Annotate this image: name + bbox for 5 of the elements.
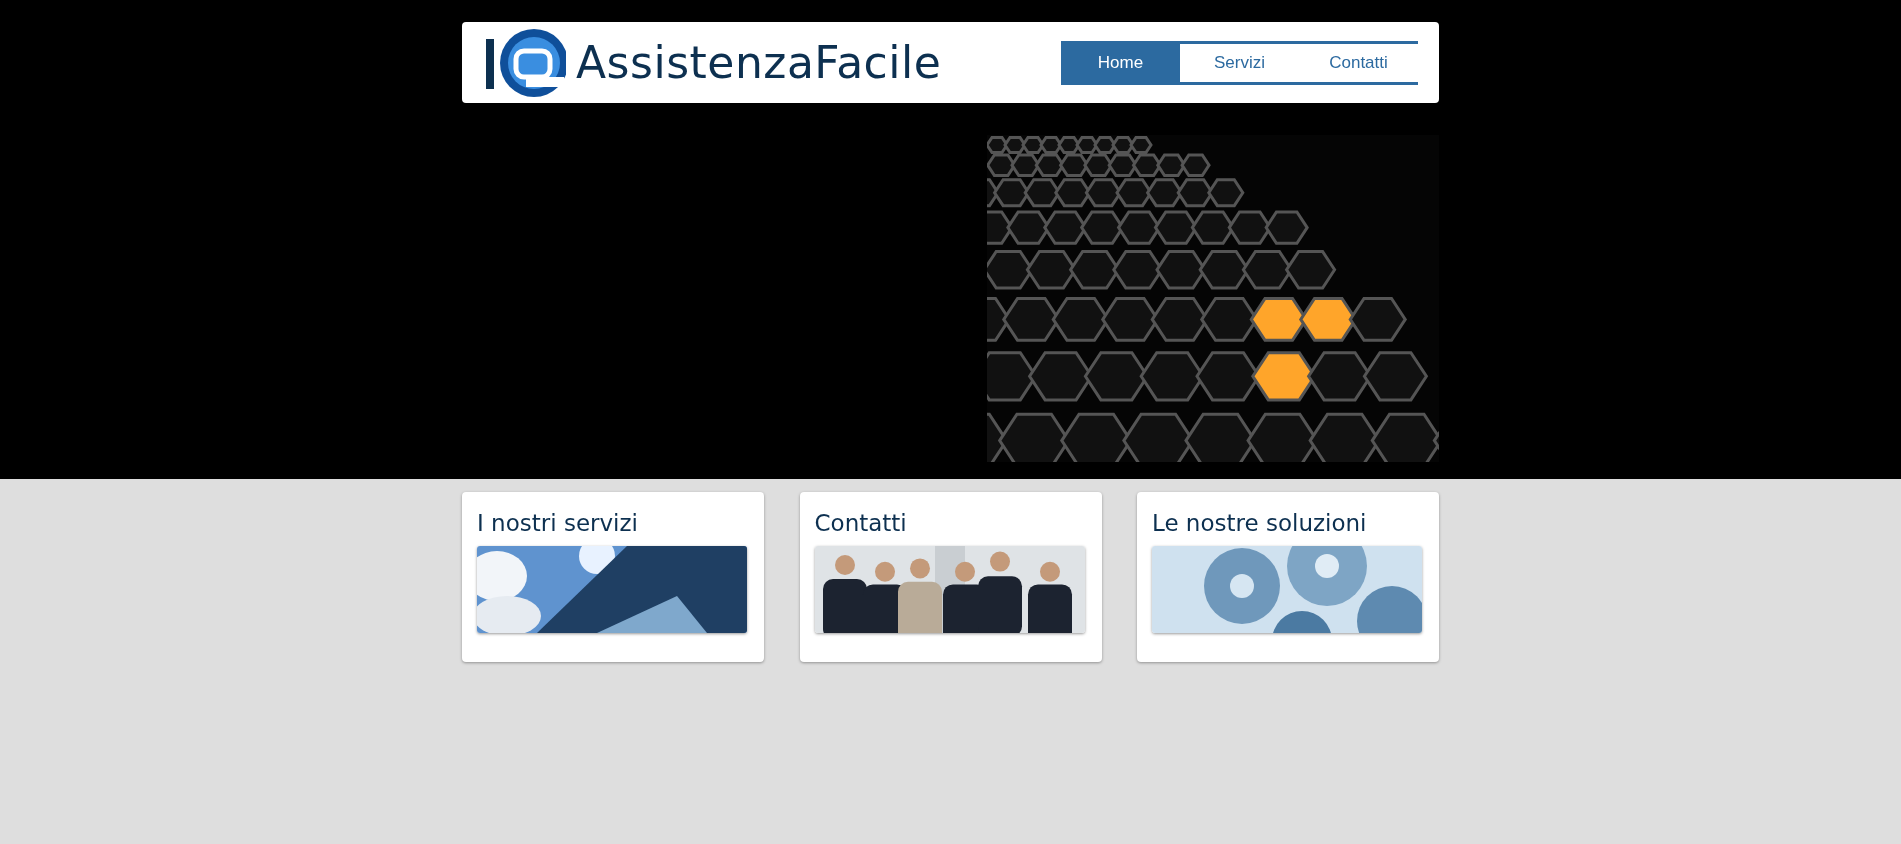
nav-link[interactable]: Home (1061, 43, 1180, 82)
card-title: Contatti (814, 510, 908, 536)
card-title: I nostri servizi (477, 510, 639, 536)
card-title: Le nostre soluzioni (1152, 510, 1368, 536)
logo-text: AssistenzaFacile (576, 37, 942, 88)
